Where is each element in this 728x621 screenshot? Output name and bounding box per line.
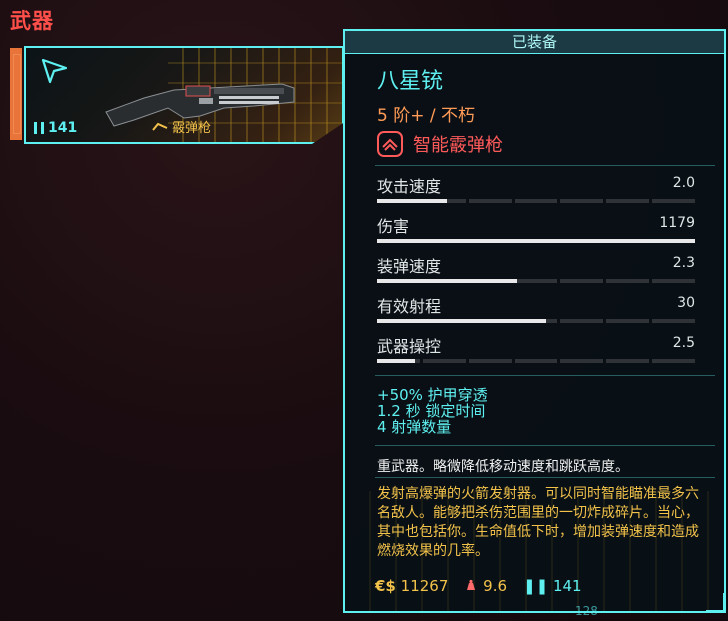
shotgun-type-icon	[152, 122, 168, 131]
stat-bar-fill	[377, 319, 546, 323]
mod-line: +50% 护甲穿透	[377, 386, 488, 404]
weapon-tech: 智能霰弹枪	[377, 131, 503, 157]
stat-name: 有效射程	[377, 297, 442, 316]
item-footer: €$ 11267 9.6 ❚❚ 141	[375, 577, 715, 595]
stat-bar-segment	[652, 359, 696, 363]
tooltip-corner	[706, 593, 726, 613]
stat-bar-segment	[560, 319, 604, 323]
item-name: 八星铳	[377, 69, 444, 94]
ammo-icon	[34, 122, 44, 134]
stat-bar-segment	[560, 279, 604, 283]
ammo-value: 141	[48, 120, 78, 136]
stat-value: 2.0	[672, 175, 695, 191]
stat-bar-segment	[606, 199, 650, 203]
divider	[375, 445, 715, 446]
stat-value: 1179	[659, 215, 695, 231]
divider	[375, 375, 715, 376]
stat-bar-fill	[377, 359, 416, 363]
stat-bar	[377, 359, 696, 363]
stat-bar-fill	[377, 239, 695, 243]
stat-name: 装弹速度	[377, 257, 442, 276]
stat-attack-speed: 攻击速度 2.0	[377, 173, 696, 203]
ammo-count: 141	[34, 120, 77, 136]
divider	[375, 165, 715, 166]
weight-value: 9.6	[483, 577, 508, 595]
stat-bar-segment	[422, 359, 466, 363]
mod-line: 1.2 秒 锁定时间	[377, 402, 486, 420]
equipped-header: 已装备	[345, 31, 724, 54]
ammo-footer: ❚❚ 141	[523, 577, 582, 595]
divider	[375, 477, 715, 478]
stat-handling: 武器操控 2.5	[377, 333, 696, 363]
stat-bar-segment	[652, 279, 696, 283]
stat-bar-segment	[560, 199, 604, 203]
stat-bar	[377, 239, 696, 243]
stat-bar-segment	[514, 279, 558, 283]
weight: 9.6	[464, 577, 507, 595]
eddie-icon: €$	[375, 577, 396, 595]
card-sidebar-inner	[13, 54, 21, 134]
mod-line: 4 射弹数量	[377, 418, 452, 436]
stat-bar-segment	[606, 359, 650, 363]
stat-bar-segment	[606, 279, 650, 283]
weapon-mods: +50% 护甲穿透 1.2 秒 锁定时间 4 射弹数量	[377, 387, 488, 435]
weight-icon	[467, 579, 476, 590]
stat-bar-segment	[514, 199, 558, 203]
ammo-value: 141	[552, 577, 582, 595]
stat-bar-segment	[606, 319, 650, 323]
stat-value: 2.3	[672, 255, 695, 271]
stat-name: 武器操控	[377, 337, 442, 356]
price-value: 11267	[400, 577, 449, 595]
weapon-type: 霰弹枪	[152, 117, 211, 136]
cursor-icon	[41, 58, 68, 84]
stat-bar-fill	[377, 199, 447, 203]
smart-weapon-icon	[377, 131, 403, 157]
stat-damage: 伤害 1179	[377, 213, 696, 243]
stat-bar	[377, 199, 696, 203]
stat-bar	[377, 279, 696, 283]
item-tooltip: 已装备 八星铳 5 阶+ / 不朽 智能霰弹枪 攻击速度 2.0 伤害 1179…	[343, 29, 726, 613]
stat-bar-segment	[560, 359, 604, 363]
stat-bar-segment	[468, 199, 512, 203]
stat-bar-segment	[652, 319, 696, 323]
stat-name: 攻击速度	[377, 177, 442, 196]
ammo-icon: ❚❚	[523, 577, 549, 595]
description-long: 发射高爆弹的火箭发射器。可以同时智能瞄准最多六名敌人。能够把杀伤范围里的一切炸成…	[377, 486, 699, 559]
stat-bar-segment	[652, 199, 696, 203]
stat-value: 2.5	[672, 335, 695, 351]
stat-value: 30	[677, 295, 695, 311]
section-title: 武器	[10, 9, 54, 33]
stat-bar	[377, 319, 696, 323]
description-short: 重武器。略微降低移动速度和跳跃高度。	[377, 459, 629, 475]
stat-bar-fill	[377, 279, 517, 283]
stat-name: 伤害	[377, 217, 410, 236]
weapon-type-label: 霰弹枪	[172, 121, 212, 136]
weapon-card[interactable]: 141 霰弹枪	[24, 46, 344, 144]
stat-bar-segment	[468, 359, 512, 363]
price: €$ 11267	[375, 577, 448, 595]
next-item-peek: 128	[575, 604, 598, 618]
stat-reload-speed: 装弹速度 2.3	[377, 253, 696, 283]
stat-bar-segment	[514, 359, 558, 363]
tech-label: 智能霰弹枪	[413, 135, 503, 156]
item-tier: 5 阶+ / 不朽	[377, 106, 475, 126]
stat-effective-range: 有效射程 30	[377, 293, 696, 323]
